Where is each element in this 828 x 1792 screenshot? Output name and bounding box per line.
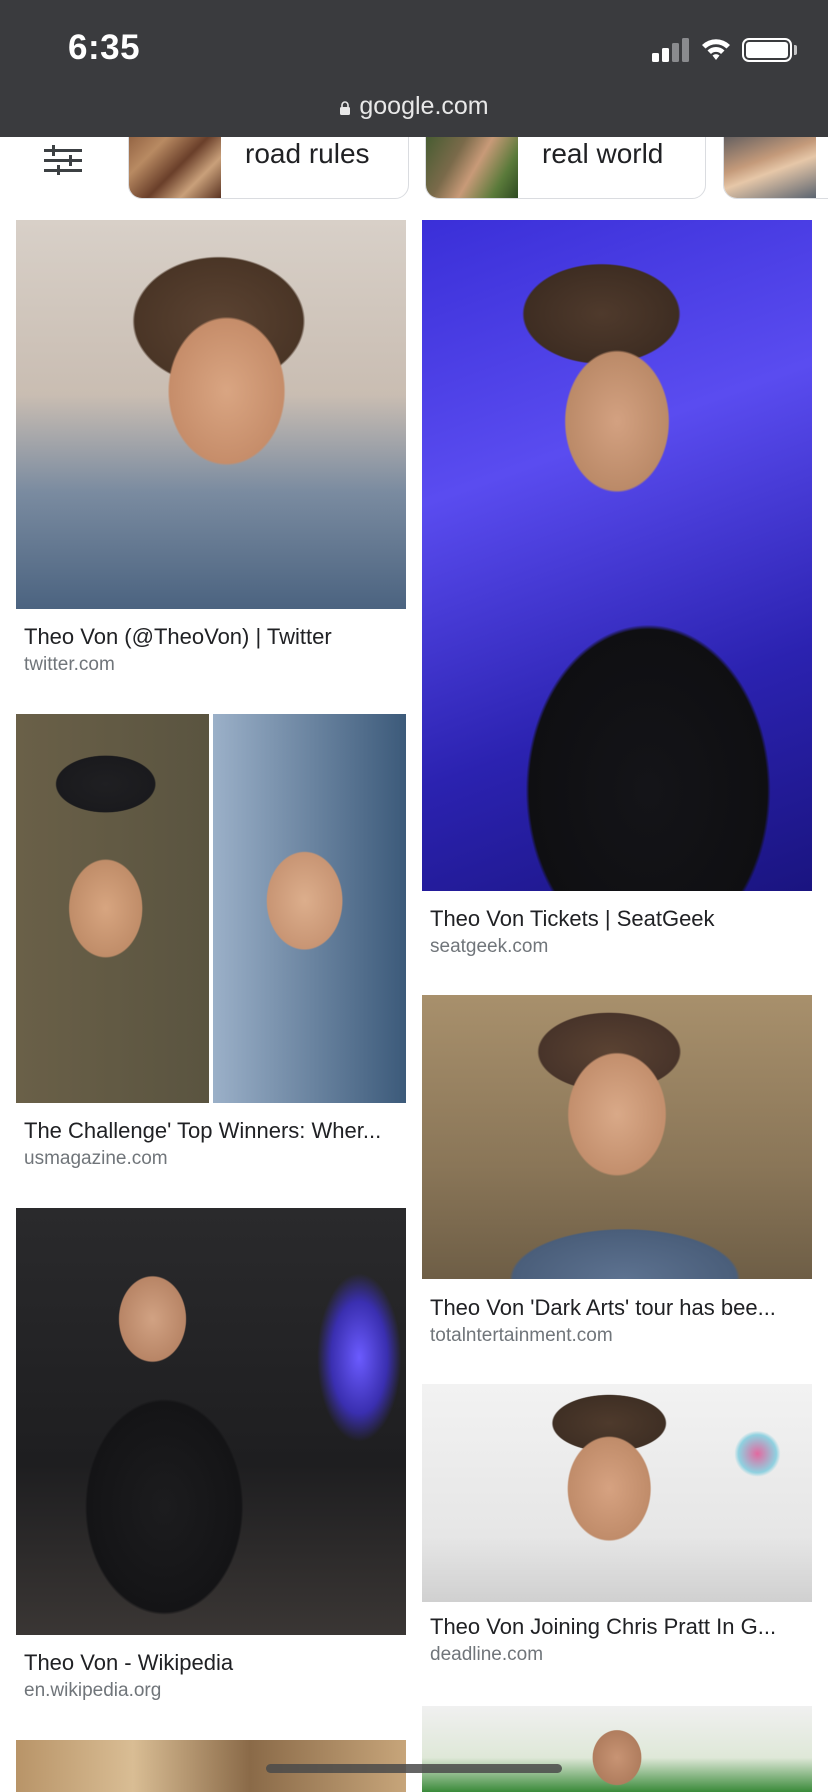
result-title[interactable]: Theo Von 'Dark Arts' tour has bee...: [430, 1295, 812, 1321]
chip-thumbnail: [426, 137, 518, 198]
result-domain: totalntertainment.com: [430, 1325, 613, 1346]
address-bar[interactable]: google.com: [0, 92, 828, 121]
browser-chrome: 6:35 google.com: [0, 0, 828, 137]
status-time: 6:35: [68, 28, 141, 67]
image-result[interactable]: [422, 1706, 812, 1792]
result-image[interactable]: [422, 220, 812, 891]
result-image[interactable]: [422, 1384, 812, 1602]
lock-icon: [340, 101, 351, 115]
chip-label: real world: [542, 138, 664, 169]
result-domain: usmagazine.com: [24, 1148, 168, 1169]
chip-road-rules[interactable]: road rules: [128, 137, 409, 199]
signal-icon: [652, 38, 690, 62]
result-title[interactable]: Theo Von Tickets | SeatGeek: [430, 906, 810, 932]
result-title[interactable]: Theo Von Joining Chris Pratt In G...: [430, 1614, 812, 1640]
battery-tip: [794, 45, 797, 55]
chip-more[interactable]: [723, 137, 828, 199]
image-result[interactable]: Theo Von (@TheoVon) | Twitter twitter.co…: [16, 220, 406, 690]
battery-icon: [742, 38, 792, 62]
result-image[interactable]: [16, 1208, 406, 1635]
image-result[interactable]: Theo Von Joining Chris Pratt In G... dea…: [422, 1384, 812, 1674]
chip-thumbnail: [129, 137, 221, 198]
tune-icon[interactable]: [44, 145, 82, 175]
result-image[interactable]: [422, 995, 812, 1279]
result-domain: en.wikipedia.org: [24, 1680, 162, 1701]
result-image[interactable]: [16, 220, 406, 609]
image-result[interactable]: The Challenge' Top Winners: Wher... usma…: [16, 714, 406, 1184]
url-text: google.com: [359, 92, 489, 120]
image-result[interactable]: Theo Von 'Dark Arts' tour has bee... tot…: [422, 995, 812, 1355]
chip-label: road rules: [245, 138, 370, 169]
image-result[interactable]: Theo Von - Wikipedia en.wikipedia.org: [16, 1208, 406, 1708]
result-image[interactable]: [16, 714, 406, 1103]
result-title[interactable]: Theo Von (@TheoVon) | Twitter: [24, 624, 404, 650]
home-indicator[interactable]: [266, 1764, 562, 1773]
result-domain: deadline.com: [430, 1644, 544, 1665]
image-result[interactable]: Theo Von Tickets | SeatGeek seatgeek.com: [422, 220, 812, 960]
result-image[interactable]: [422, 1706, 812, 1792]
result-domain: twitter.com: [24, 654, 115, 675]
result-domain: seatgeek.com: [430, 936, 549, 957]
related-searches-bar: road rules real world: [0, 137, 828, 205]
wifi-icon: [702, 39, 730, 60]
result-title[interactable]: The Challenge' Top Winners: Wher...: [24, 1118, 406, 1144]
chip-real-world[interactable]: real world: [425, 137, 706, 199]
chip-thumbnail: [724, 137, 816, 198]
result-title[interactable]: Theo Von - Wikipedia: [24, 1650, 404, 1676]
